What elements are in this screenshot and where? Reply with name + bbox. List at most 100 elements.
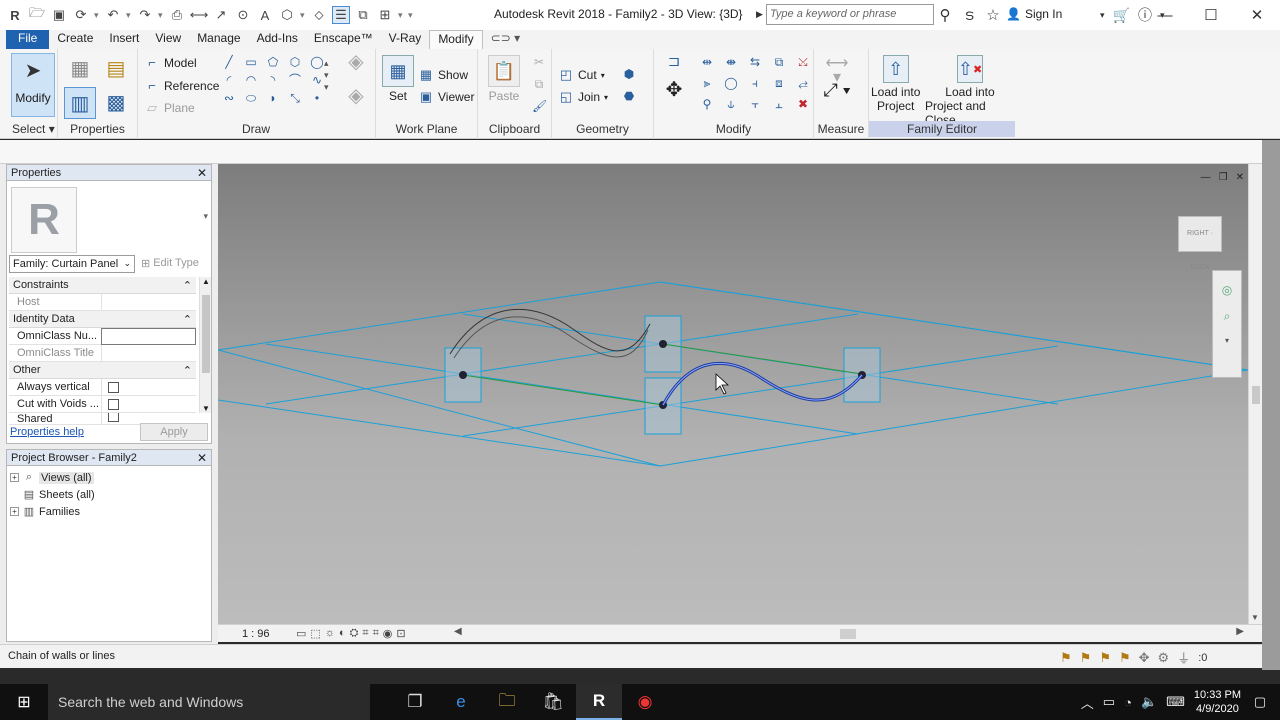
type-properties-icon[interactable]: ▩: [100, 87, 132, 119]
aligned-dimension-icon[interactable]: ⤢ ▾: [822, 81, 852, 99]
measure-icon[interactable]: ⟷: [190, 6, 209, 24]
scrollbar-thumb[interactable]: [202, 295, 210, 373]
drag-elements-icon[interactable]: ✥: [1139, 650, 1150, 666]
dimension-icon[interactable]: ↗: [212, 6, 230, 24]
undo-icon[interactable]: ↶: [104, 6, 122, 24]
edge-browser-icon[interactable]: e: [438, 684, 484, 720]
split-gap-icon[interactable]: ⫠: [772, 97, 786, 111]
properties-icon[interactable]: ▥: [64, 87, 96, 119]
unpin-icon[interactable]: ⥄: [796, 76, 810, 90]
apply-button[interactable]: Apply: [140, 423, 208, 441]
edit-type-button[interactable]: ⊞ Edit Type: [141, 257, 199, 270]
omniclass-number-input[interactable]: [101, 327, 196, 345]
zoom-icon[interactable]: ⌕: [1213, 309, 1241, 324]
expand-icon[interactable]: +: [10, 507, 19, 516]
thin-lines-icon[interactable]: ☰: [332, 6, 350, 24]
arc-center-icon[interactable]: ◠: [244, 73, 258, 87]
dropdown-arrow-icon[interactable]: ▾: [158, 10, 164, 21]
align-icon[interactable]: ⊐: [662, 54, 686, 73]
circle-icon[interactable]: ◯: [310, 55, 324, 69]
minimize-icon[interactable]: —: [1201, 172, 1211, 183]
save-icon[interactable]: ▣: [50, 6, 68, 24]
select-underlay-icon[interactable]: ⚑: [1080, 650, 1092, 666]
group-identity-data[interactable]: Identity Data ⌃: [9, 311, 196, 328]
maximize-icon[interactable]: ☐: [1188, 0, 1234, 30]
dropdown-arrow-icon[interactable]: ▾: [300, 10, 306, 21]
reference-plane-button[interactable]: ▱ Plane: [144, 100, 195, 116]
close-icon[interactable]: ✕: [1234, 0, 1280, 30]
sign-in-button[interactable]: 👤 Sign In: [1006, 7, 1062, 21]
properties-help-link[interactable]: Properties help: [10, 426, 84, 438]
model-line-button[interactable]: ⌐ Model: [144, 55, 196, 70]
cart-icon[interactable]: 🛒: [1113, 7, 1130, 24]
tab-modify[interactable]: Modify: [429, 30, 483, 49]
copy-icon[interactable]: ⧉: [532, 77, 546, 91]
pick-lines-icon[interactable]: ⤡: [288, 91, 302, 105]
trim-icon[interactable]: ⤩: [796, 55, 810, 69]
tab-create[interactable]: Create: [49, 30, 101, 49]
revit-taskbar-icon[interactable]: R: [576, 684, 622, 720]
background-process-icon[interactable]: ⚙: [1158, 650, 1170, 666]
draw-gallery-scroll[interactable]: ▴ ▾ ▾: [324, 57, 329, 93]
cut-scissors-icon[interactable]: ✂: [532, 55, 546, 69]
workplane-viewer-button[interactable]: ▣ Viewer: [418, 89, 475, 105]
copy-element-icon[interactable]: ⧉: [772, 55, 786, 69]
tab-view[interactable]: View: [147, 30, 189, 49]
expand-arrow-icon[interactable]: ▶: [756, 9, 763, 20]
expand-icon[interactable]: +: [10, 473, 19, 482]
close-hidden-icon[interactable]: ⧉: [354, 6, 372, 24]
rendering-icon[interactable]: ⛭: [350, 627, 359, 640]
select-dropdown[interactable]: Select ▾: [12, 122, 55, 136]
arc-tangent-icon[interactable]: ◝: [266, 73, 280, 87]
text-icon[interactable]: A: [256, 6, 274, 24]
join-geometry-button[interactable]: ◱ Join ▾: [558, 89, 608, 105]
measure-between-icon[interactable]: ⟷ ▾: [822, 56, 852, 86]
temporary-hide-icon[interactable]: ◉: [383, 627, 393, 640]
divide-surface-icon[interactable]: ◈: [342, 86, 370, 115]
reveal-hidden-icon[interactable]: ⊡: [396, 627, 405, 640]
tab-add-ins[interactable]: Add-Ins: [249, 30, 306, 49]
tab-manage[interactable]: Manage: [189, 30, 248, 49]
file-explorer-icon[interactable]: 🗀: [484, 684, 530, 720]
modify-button[interactable]: ➤ Modify: [11, 53, 55, 117]
scrollbar-thumb[interactable]: [1252, 386, 1260, 404]
point-element-icon[interactable]: •: [310, 91, 324, 105]
clock[interactable]: 10:33 PM 4/9/2020: [1194, 688, 1241, 716]
create-form-icon[interactable]: ◈: [342, 52, 370, 81]
minimize-icon[interactable]: —: [1142, 0, 1188, 30]
customize-qat-icon[interactable]: ▾: [408, 10, 414, 21]
3d-viewport[interactable]: — ❐ ✕ RIGHT · BACK ◎ ⌕ ▾: [218, 164, 1248, 624]
scroll-right-icon[interactable]: ▶: [1236, 626, 1244, 637]
subscription-icon[interactable]: ട: [960, 7, 978, 24]
select-pinned-icon[interactable]: ⚑: [1099, 650, 1111, 666]
adaptive-point[interactable]: [659, 340, 667, 348]
task-view-icon[interactable]: ❐: [392, 684, 438, 720]
show-hidden-icons-icon[interactable]: ︿: [1081, 693, 1094, 712]
binoculars-icon[interactable]: ⚲: [936, 6, 954, 24]
model-canvas[interactable]: [218, 164, 1248, 624]
tab-vray[interactable]: V-Ray: [381, 30, 430, 49]
paste-button[interactable]: 📋 Paste: [488, 55, 520, 103]
pin-icon[interactable]: ⚲: [700, 97, 714, 111]
tab-enscape[interactable]: Enscape™: [306, 30, 381, 49]
spline-through-points-icon[interactable]: ∾: [222, 91, 236, 105]
select-links-icon[interactable]: ⚑: [1060, 650, 1072, 666]
redo-icon[interactable]: ↷: [136, 6, 154, 24]
restore-icon[interactable]: ❐: [1219, 172, 1228, 183]
ribbon-display-toggle-icon[interactable]: ⊂⊃ ▾: [483, 30, 528, 49]
3d-view-icon[interactable]: ⬡: [278, 6, 296, 24]
tree-item-sheets[interactable]: +▤Sheets (all): [10, 486, 208, 503]
scroll-down-icon[interactable]: ▼: [202, 404, 210, 413]
favorites-star-icon[interactable]: ☆: [984, 6, 1002, 24]
group-constraints[interactable]: Constraints ⌃: [9, 277, 196, 294]
show-workplane-button[interactable]: ▦ Show: [418, 67, 468, 83]
load-into-project-close-button[interactable]: ⇧ ✖ Load into Project and Close: [925, 55, 1015, 127]
load-into-project-button[interactable]: ⇧ Load into Project: [871, 55, 920, 113]
family-category-icon[interactable]: ▦: [64, 53, 96, 85]
view-cube[interactable]: RIGHT · BACK: [1178, 216, 1222, 271]
viewport-horizontal-scrollbar[interactable]: ◀ ▶: [454, 626, 1244, 639]
move-icon[interactable]: ✥: [662, 80, 686, 105]
scroll-left-icon[interactable]: ◀: [454, 626, 462, 637]
tree-item-views[interactable]: + ⌕ Views (all): [10, 469, 208, 486]
trim-extend-icon[interactable]: ⫝: [724, 97, 738, 111]
